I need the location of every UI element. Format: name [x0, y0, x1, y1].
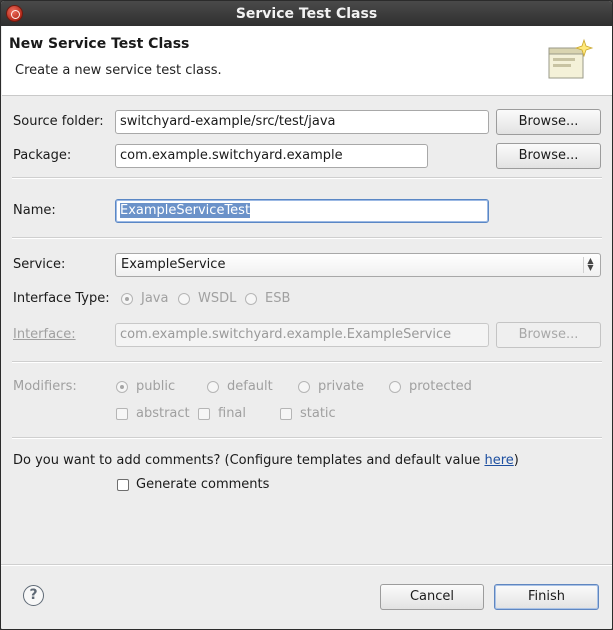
comments-question-text: Do you want to add comments? (Configure … [13, 453, 485, 468]
name-input-value: ExampleServiceTest [120, 203, 251, 218]
package-input[interactable]: com.example.switchyard.example [115, 144, 428, 168]
service-combo-value: ExampleService [121, 257, 226, 272]
modifier-protected-label: protected [409, 379, 472, 394]
modifier-static-label: static [300, 406, 336, 421]
package-browse-button[interactable]: Browse... [496, 143, 601, 169]
modifier-static-checkbox[interactable] [280, 408, 292, 420]
comments-question-end: ) [513, 453, 519, 468]
eclipse-logo-icon[interactable] [6, 5, 23, 22]
generate-comments-checkbox[interactable] [117, 479, 129, 491]
window-title: Service Test Class [235, 5, 378, 22]
cancel-button[interactable]: Cancel [380, 584, 484, 610]
modifier-public-label: public [136, 379, 176, 394]
new-class-wizard-icon [548, 38, 594, 79]
wizard-header: New Service Test Class Create a new serv… [2, 26, 612, 96]
interface-type-wsdl-label: WSDL [198, 291, 237, 306]
interface-type-esb-label: ESB [265, 291, 291, 306]
interface-link[interactable]: Interface: [13, 327, 76, 342]
name-label: Name: [13, 203, 56, 218]
interface-type-wsdl-radio[interactable] [178, 293, 190, 305]
modifier-private-radio[interactable] [298, 381, 310, 393]
header-title: New Service Test Class [9, 36, 190, 52]
separator [12, 361, 602, 363]
separator [12, 237, 602, 239]
updown-arrow-icon: ▲ ▼ [583, 257, 597, 273]
modifier-public-radio[interactable] [116, 381, 128, 393]
finish-button[interactable]: Finish [494, 584, 599, 610]
comments-question: Do you want to add comments? (Configure … [13, 453, 519, 468]
source-folder-input[interactable]: switchyard-example/src/test/java [115, 110, 489, 134]
header-description: Create a new service test class. [15, 63, 222, 78]
modifier-private-label: private [318, 379, 364, 394]
separator [12, 177, 602, 179]
interface-input[interactable]: com.example.switchyard.example.ExampleSe… [115, 323, 489, 347]
generate-comments-label: Generate comments [136, 477, 270, 492]
interface-type-java-label: Java [141, 291, 169, 306]
modifier-protected-radio[interactable] [389, 381, 401, 393]
source-folder-browse-button[interactable]: Browse... [496, 109, 601, 135]
service-label: Service: [13, 257, 66, 272]
interface-type-label: Interface Type: [13, 291, 110, 306]
source-folder-label: Source folder: [13, 114, 104, 129]
service-combo[interactable]: ExampleService ▲ ▼ [115, 253, 601, 277]
modifier-abstract-label: abstract [136, 406, 190, 421]
package-label: Package: [13, 148, 72, 163]
modifier-default-label: default [227, 379, 273, 394]
separator [1, 564, 612, 566]
title-bar[interactable]: Service Test Class [1, 1, 612, 26]
help-icon[interactable]: ? [23, 585, 44, 606]
modifier-default-radio[interactable] [207, 381, 219, 393]
modifier-abstract-checkbox[interactable] [116, 408, 128, 420]
modifier-final-label: final [218, 406, 247, 421]
separator [12, 437, 602, 439]
modifiers-label: Modifiers: [13, 379, 77, 394]
dialog-window: Service Test Class New Service Test Clas… [0, 0, 613, 630]
interface-browse-button[interactable]: Browse... [496, 322, 601, 348]
name-input[interactable]: ExampleServiceTest [115, 199, 489, 223]
modifier-final-checkbox[interactable] [198, 408, 210, 420]
interface-type-java-radio[interactable] [121, 293, 133, 305]
interface-type-esb-radio[interactable] [245, 293, 257, 305]
configure-templates-link[interactable]: here [484, 453, 513, 468]
